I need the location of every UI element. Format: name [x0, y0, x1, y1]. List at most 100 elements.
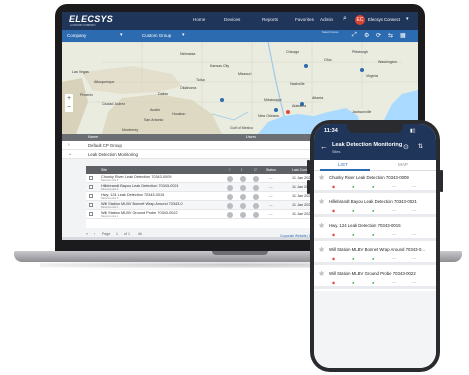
list-item[interactable]: ★ Hwy. 124 Leak Detection 70343-0015 ◆ ●…	[314, 219, 436, 241]
status-ok-icon: ●	[352, 184, 355, 189]
map-label: Albuquerque	[94, 80, 115, 84]
status-value: —	[269, 203, 273, 207]
group-name: Default CP Group	[88, 143, 122, 148]
first-page-icon[interactable]: «	[86, 232, 88, 236]
search-icon[interactable]: ⌕	[343, 15, 347, 23]
list-item[interactable]: ★ Will Station MLBV Ground Probe 70343-0…	[314, 267, 436, 289]
nav-devices[interactable]: Devices	[224, 17, 240, 22]
map-label: Oklahoma	[180, 86, 197, 90]
map-label: Nebraska	[180, 52, 196, 56]
link-icon[interactable]: ⇆	[388, 32, 393, 39]
col-status[interactable]: Status	[266, 168, 276, 172]
nav-reports[interactable]: Reports	[262, 17, 278, 22]
play-icon[interactable]: ⊙	[403, 143, 409, 151]
phone-tabs: LIST MAP	[314, 160, 436, 171]
nav-favorites[interactable]: Favorites	[295, 17, 314, 22]
empty-value: ---	[412, 208, 417, 213]
back-arrow-icon[interactable]: ←	[320, 142, 328, 151]
status-icons: ◆ ● ● --- ---	[332, 256, 432, 261]
nav-admin[interactable]: Admin	[320, 17, 333, 22]
map-label: Virginia	[366, 74, 378, 78]
empty-value: ---	[392, 256, 397, 261]
zoom-out-icon[interactable]: −	[65, 103, 73, 112]
tab-map[interactable]: MAP	[398, 162, 408, 167]
map-label: New Orleans	[258, 114, 279, 118]
map-label: Pittsburgh	[352, 50, 369, 54]
list-item[interactable]: ★ Chunky River Leak Detection 70343-0009…	[314, 171, 436, 193]
sort-icon[interactable]: ⇅	[418, 143, 423, 150]
group-label: Select Group	[322, 30, 339, 34]
grid-icon[interactable]: ▦	[400, 32, 406, 39]
wifi-alert-icon: ◆	[332, 280, 336, 285]
group-selector[interactable]: Custom Group	[142, 33, 171, 38]
alarm-indicator-icon	[240, 193, 246, 200]
chevron-down-icon[interactable]: ▾	[120, 32, 123, 38]
star-icon[interactable]: ★	[318, 245, 325, 254]
col-site[interactable]: Site	[101, 168, 107, 172]
site-subtitle: Ravenna site 4	[101, 188, 119, 191]
pin-ok-icon: ●	[372, 256, 375, 261]
empty-value: ---	[392, 280, 397, 285]
map-label: Tulsa	[196, 78, 205, 82]
per-page-select[interactable]: All	[138, 232, 142, 236]
site-name: Hwy. 124 Leak Detection 70343-0015	[329, 223, 401, 228]
list-item[interactable]: ★ Will Station MLBV Bonnet Wrap Around 7…	[314, 243, 436, 265]
site-name[interactable]: Hwy. 124 Leak Detection 70343-0015	[101, 193, 164, 197]
wifi-alert-icon: ◆	[332, 256, 336, 261]
map-label: Jacksonville	[352, 110, 372, 114]
tab-list[interactable]: LIST	[338, 162, 348, 167]
status-ok-icon: ●	[352, 256, 355, 261]
nav-home[interactable]: Home	[193, 17, 205, 22]
map-label: Dallas	[158, 92, 168, 96]
star-icon[interactable]: ★	[318, 197, 325, 206]
zoom-in-icon[interactable]: +	[65, 94, 73, 103]
gear-icon[interactable]: ⚙	[364, 32, 369, 39]
avatar[interactable]: EC	[355, 15, 365, 25]
page-count: of 1	[124, 232, 130, 236]
cp-indicator-icon	[253, 211, 259, 218]
chevron-down-icon[interactable]: ⌄	[68, 151, 72, 157]
star-icon[interactable]: ★	[318, 221, 325, 230]
map-label: Gulf of Mexico	[230, 126, 253, 130]
brand-logo[interactable]: ELECSYS	[69, 14, 113, 24]
site-name: Will Station MLBV Bonnet Wrap Around 703…	[329, 247, 425, 252]
chevron-down-icon[interactable]: ▾	[406, 16, 409, 22]
signal-indicator-icon	[227, 193, 233, 200]
user-name[interactable]: Elecsys Connect	[368, 17, 400, 22]
signal-indicator-icon	[227, 202, 233, 209]
expand-icon[interactable]: ⤢	[352, 32, 357, 39]
col-users[interactable]: Users	[246, 135, 256, 139]
product-composite: ELECSYS A CROWN COMPANY Home Devices Rep…	[0, 0, 469, 375]
empty-value: ---	[392, 184, 397, 189]
row-checkbox[interactable]	[89, 185, 93, 189]
status-icons: ◆ ● ● --- ---	[332, 184, 432, 189]
chevron-down-icon[interactable]: ▾	[182, 32, 185, 38]
page-label: Page	[102, 232, 111, 236]
star-icon[interactable]: ★	[318, 269, 325, 278]
alarm-indicator-icon	[240, 175, 246, 182]
prev-page-icon[interactable]: ‹	[94, 232, 95, 236]
map-label: Ciudad Juárez	[102, 102, 126, 106]
company-selector[interactable]: Company	[67, 33, 86, 38]
status-value: —	[269, 185, 273, 189]
site-name[interactable]: Will Station MLBV Ground Probe 70343-002…	[101, 211, 178, 215]
alarm-indicator-icon	[240, 202, 246, 209]
alarm-indicator-icon	[240, 211, 246, 218]
page-input[interactable]: 1	[116, 232, 118, 236]
row-checkbox[interactable]	[89, 176, 93, 180]
row-checkbox[interactable]	[89, 194, 93, 198]
row-checkbox[interactable]	[89, 203, 93, 207]
col-name[interactable]: Name	[88, 135, 98, 139]
list-item[interactable]: ★ Hillebrandt Bayou Leak Detection 70343…	[314, 195, 436, 217]
star-icon[interactable]: ★	[318, 173, 325, 182]
site-name[interactable]: Will Station MLBV Bonnet Wrap Around 703…	[101, 202, 183, 206]
chevron-right-icon[interactable]: ›	[68, 142, 70, 148]
site-subtitle: Ravenna site 1	[101, 215, 119, 218]
row-checkbox[interactable]	[89, 212, 93, 216]
wifi-alert-icon: ◆	[332, 184, 336, 189]
refresh-icon[interactable]: ⟳	[376, 32, 381, 39]
site-name[interactable]: Chunky River Leak Detection 70343-0009	[101, 175, 172, 179]
battery-icon: ▮▯	[410, 128, 416, 134]
site-name[interactable]: Hillebrandt Bayou Leak Detection 70343-0…	[101, 184, 179, 188]
brand-tagline: A CROWN COMPANY	[70, 24, 97, 27]
